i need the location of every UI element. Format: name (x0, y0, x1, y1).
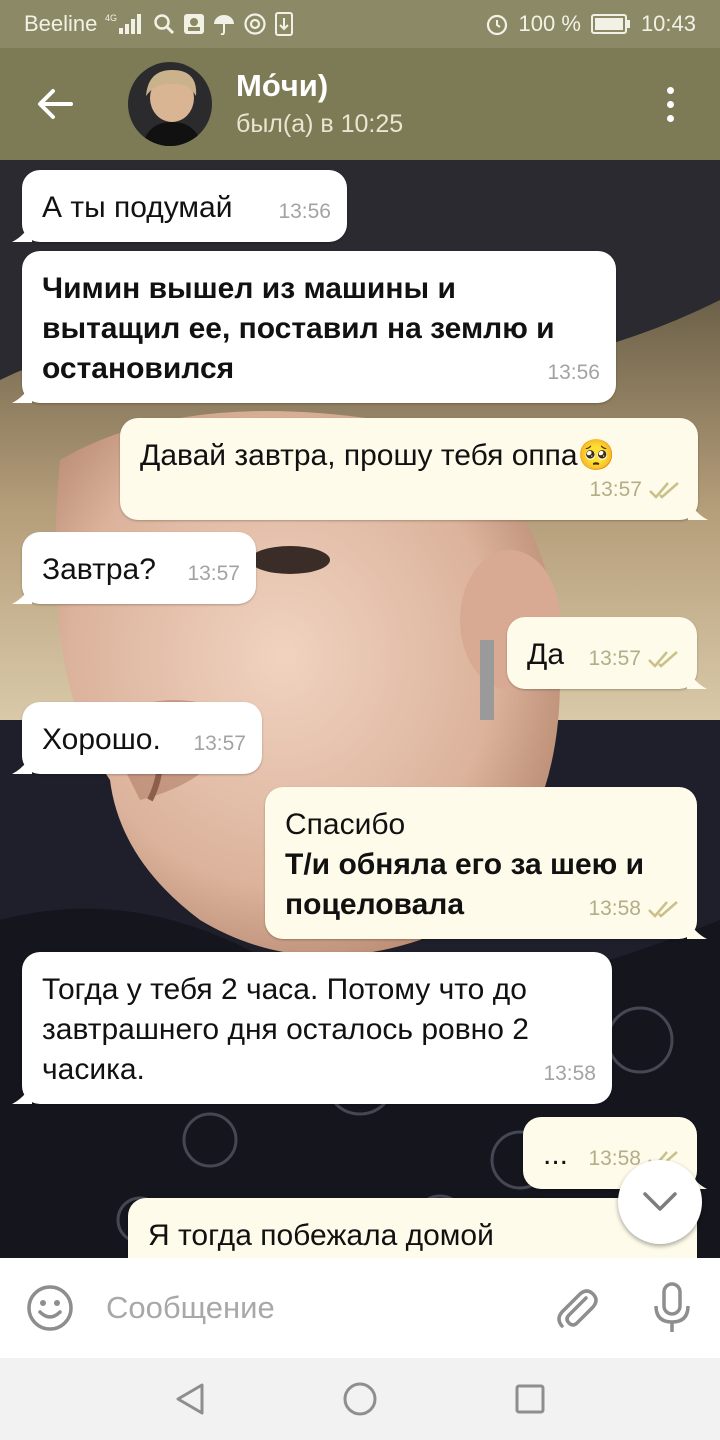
signal-icon: 4G (105, 12, 145, 36)
status-bar: Beeline 4G 100 % 10:43 (0, 0, 720, 48)
back-button[interactable] (0, 48, 110, 160)
message-input[interactable] (100, 1258, 528, 1358)
message-time: 13:57 (589, 478, 642, 501)
message-time: 13:56 (278, 200, 331, 223)
more-vertical-icon (666, 86, 674, 94)
message-composer (0, 1258, 720, 1358)
nav-back-button[interactable] (160, 1369, 220, 1429)
battery-percent: 100 % (518, 11, 581, 36)
carrier-label: Beeline (24, 11, 98, 36)
chat-header: Мо́чи) был(а) в 10:25 (0, 48, 720, 160)
attach-button[interactable] (528, 1258, 624, 1358)
message-bubble-incoming[interactable]: Завтра? 13:57 (12, 532, 256, 604)
message-bubble-outgoing[interactable]: Да 13:57 (507, 617, 707, 689)
message-time: 13:58 (588, 897, 641, 920)
more-menu-button[interactable] (642, 76, 698, 132)
double-check-icon (648, 651, 678, 668)
message-text: Спасибо (285, 808, 406, 841)
emoji-button[interactable] (0, 1258, 100, 1358)
paperclip-icon (557, 1289, 598, 1328)
message-bubble-incoming[interactable]: А ты подумай 13:56 (12, 170, 347, 242)
message-time: 13:57 (588, 647, 641, 670)
smiley-icon (27, 1285, 73, 1331)
scroll-to-bottom-button[interactable] (618, 1160, 702, 1244)
search-icon (153, 13, 175, 35)
avatar[interactable] (128, 62, 212, 146)
status-time: 10:43 (640, 11, 696, 36)
image-icon (183, 13, 205, 35)
nav-home-button[interactable] (330, 1369, 390, 1429)
message-time: 13:56 (547, 361, 600, 384)
double-check-icon (649, 482, 679, 499)
double-check-icon (648, 901, 678, 918)
message-text: Тогда у тебя 2 часа. Потому что до завтр… (42, 973, 538, 1086)
recents-square-icon (515, 1384, 545, 1414)
home-circle-icon (343, 1382, 377, 1416)
message-bubble-incoming[interactable]: Хорошо. 13:57 (12, 702, 262, 774)
message-text: Чимин вышел из машины и вытащил ее, пост… (42, 272, 555, 385)
umbrella-icon (213, 13, 235, 35)
system-navigation-bar (0, 1358, 720, 1440)
network-label: 4G (105, 13, 117, 23)
back-triangle-icon (176, 1383, 204, 1415)
message-bubble-outgoing[interactable]: Спасибо Т/и обняла его за шею и поцелова… (265, 787, 707, 939)
at-icon (243, 12, 267, 36)
chat-name: Мо́чи) (236, 68, 329, 103)
message-bubble-incoming[interactable]: Тогда у тебя 2 часа. Потому что до завтр… (12, 952, 612, 1104)
download-icon (275, 12, 294, 36)
message-time: 13:58 (543, 1062, 596, 1085)
alarm-icon (485, 12, 509, 36)
chat-title-block[interactable]: Мо́чи) был(а) в 10:25 (236, 67, 403, 141)
message-bubble-outgoing[interactable]: Давай завтра, прошу тебя оппа🥺 13:57 (120, 418, 708, 520)
microphone-icon (654, 1282, 690, 1332)
message-text: Я тогда побежала домой (148, 1219, 494, 1252)
nav-recents-button[interactable] (500, 1369, 560, 1429)
arrow-left-icon (38, 89, 73, 119)
chat-message-list[interactable]: А ты подумай 13:56 Чимин вышел из машины… (0, 160, 720, 1258)
message-time: 13:57 (193, 732, 246, 755)
chevron-down-icon (643, 1192, 677, 1211)
message-bubble-outgoing[interactable]: Я тогда побежала домой (128, 1198, 697, 1258)
message-bubble-incoming[interactable]: Чимин вышел из машины и вытащил ее, пост… (12, 251, 616, 403)
message-time: 13:57 (187, 562, 240, 585)
last-seen-status: был(а) в 10:25 (236, 110, 404, 138)
battery-icon (590, 13, 631, 35)
voice-record-button[interactable] (624, 1258, 720, 1358)
